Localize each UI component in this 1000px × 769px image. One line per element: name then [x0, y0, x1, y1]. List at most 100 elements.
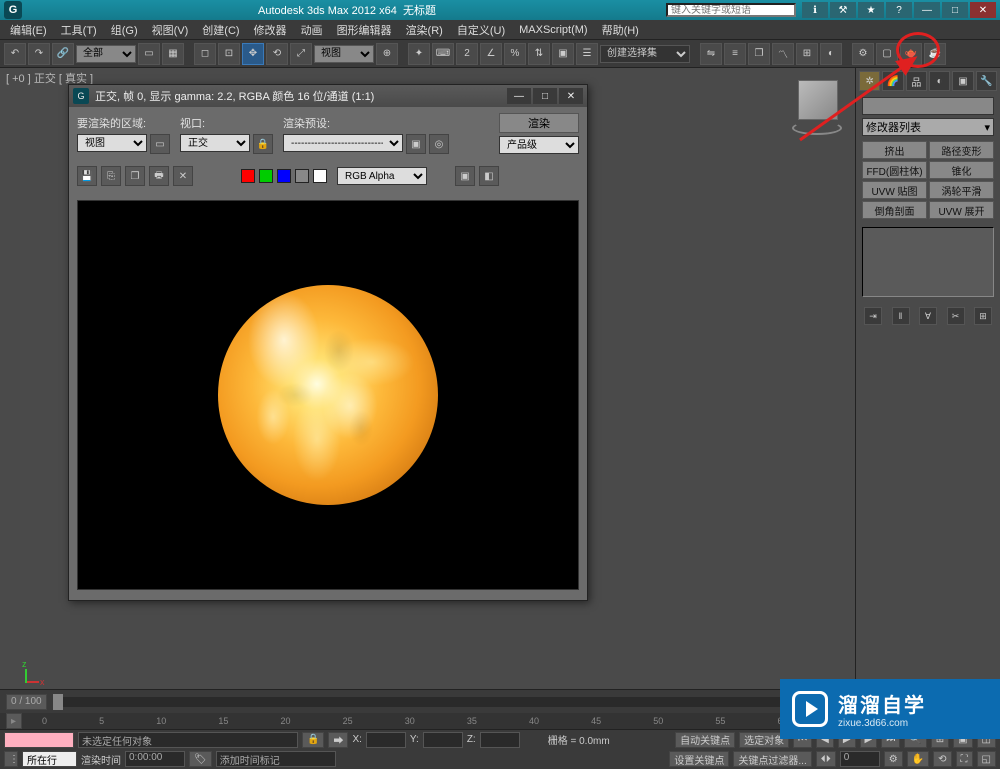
menu-customize[interactable]: 自定义(U) — [451, 20, 511, 40]
z-input[interactable] — [480, 732, 520, 748]
menu-tools[interactable]: 工具(T) — [55, 20, 103, 40]
selection-filter-select[interactable]: 全部 — [76, 45, 136, 63]
menu-edit[interactable]: 编辑(E) — [4, 20, 53, 40]
set-key-button[interactable]: 设置关键点 — [669, 751, 729, 767]
clear-icon[interactable]: ✕ — [173, 166, 193, 186]
info-icon[interactable]: ℹ — [802, 2, 828, 18]
link-icon[interactable]: 🔗 — [52, 43, 74, 65]
named-sel-icon[interactable]: ☰ — [576, 43, 598, 65]
mono-channel-toggle[interactable] — [313, 169, 327, 183]
curve-editor-icon[interactable]: 〽 — [772, 43, 794, 65]
panel-tab-display-icon[interactable]: ▣ — [952, 71, 973, 91]
object-name-field[interactable] — [862, 97, 994, 115]
app-logo-icon[interactable]: G — [4, 1, 22, 19]
current-frame-input[interactable]: 0 — [840, 751, 880, 767]
lock-viewport-icon[interactable]: 🔒 — [253, 134, 273, 154]
toggle-overlay-icon[interactable]: ▣ — [455, 166, 475, 186]
viewcube-cube-icon[interactable] — [798, 80, 838, 120]
menu-animation[interactable]: 动画 — [295, 20, 329, 40]
channel-select[interactable]: RGB Alpha — [337, 167, 427, 185]
toggle-ui-icon[interactable]: ◧ — [479, 166, 499, 186]
modifier-stack[interactable] — [862, 227, 994, 297]
auto-key-button[interactable]: 自动关键点 — [675, 732, 735, 748]
keyboard-icon[interactable]: ⌨ — [432, 43, 454, 65]
panel-tab-create-icon[interactable]: ✲ — [859, 71, 880, 91]
output-select[interactable]: 产品级 — [499, 136, 579, 154]
mirror-icon[interactable]: ⇋ — [700, 43, 722, 65]
rotate-icon[interactable]: ⟲ — [266, 43, 288, 65]
config-sets-icon[interactable]: ⊞ — [974, 307, 992, 325]
render-production-icon[interactable]: 🫖 — [900, 43, 922, 65]
key-filters-button[interactable]: 关键点过滤器... — [733, 751, 811, 767]
menu-view[interactable]: 视图(V) — [146, 20, 195, 40]
selection-set-select[interactable]: 创建选择集 — [600, 45, 690, 63]
layers-icon[interactable]: ❐ — [748, 43, 770, 65]
panel-tab-utilities-icon[interactable]: 🔧 — [976, 71, 997, 91]
copy-image-icon[interactable]: ⎘ — [101, 166, 121, 186]
time-slider-thumb[interactable] — [53, 694, 63, 710]
ref-coord-select[interactable]: 视图 — [314, 45, 374, 63]
mod-btn-uvwmap[interactable]: UVW 贴图 — [862, 181, 927, 199]
pin-stack-icon[interactable]: ⇥ — [864, 307, 882, 325]
mod-btn-turbosmooth[interactable]: 涡轮平滑 — [929, 181, 994, 199]
preset-select[interactable]: ----------------------------- — [283, 134, 403, 152]
modifier-list-select[interactable]: 修改器列表▾ — [862, 118, 994, 136]
mod-btn-ffd[interactable]: FFD(圆柱体) — [862, 161, 927, 179]
mod-btn-taper[interactable]: 锥化 — [929, 161, 994, 179]
move-icon[interactable]: ✥ — [242, 43, 264, 65]
schematic-icon[interactable]: ⊞ — [796, 43, 818, 65]
render-button[interactable]: 渲染 — [499, 113, 579, 133]
material-editor-icon[interactable]: ◐ — [820, 43, 842, 65]
remove-mod-icon[interactable]: ✂ — [947, 307, 965, 325]
render-min-button[interactable]: — — [507, 88, 531, 104]
mod-btn-bevelprofile[interactable]: 倒角剖面 — [862, 201, 927, 219]
menu-graph[interactable]: 图形编辑器 — [331, 20, 398, 40]
viewport-select[interactable]: 正交 — [180, 134, 250, 152]
key-mode-icon[interactable]: ⏴⏵ — [816, 751, 836, 767]
lock-selection-icon[interactable]: 🔒 — [302, 732, 324, 748]
help-search-input[interactable] — [666, 3, 796, 17]
viewcube[interactable] — [790, 80, 845, 135]
select-icon[interactable]: ▭ — [138, 43, 160, 65]
center-icon[interactable]: ⊕ — [376, 43, 398, 65]
menu-modifiers[interactable]: 修改器 — [248, 20, 293, 40]
menu-create[interactable]: 创建(C) — [196, 20, 245, 40]
nav-pan-icon[interactable]: ✋ — [907, 751, 929, 767]
menu-render[interactable]: 渲染(R) — [400, 20, 449, 40]
panel-tab-motion-icon[interactable]: ◐ — [929, 71, 950, 91]
render-output-canvas[interactable] — [77, 200, 579, 590]
manip-icon[interactable]: ✦ — [408, 43, 430, 65]
time-tag-icon[interactable]: 🏷 — [189, 751, 212, 767]
abs-rel-icon[interactable]: ⮕ — [328, 732, 348, 748]
area-edit-icon[interactable]: ▭ — [150, 134, 170, 154]
rect-select-icon[interactable]: ◻ — [194, 43, 216, 65]
align-icon[interactable]: ≡ — [724, 43, 746, 65]
alpha-channel-toggle[interactable] — [295, 169, 309, 183]
render-setup-icon[interactable]: ⚙ — [852, 43, 874, 65]
select-name-icon[interactable]: ▦ — [162, 43, 184, 65]
nav-minmax-icon[interactable]: ◱ — [977, 751, 996, 767]
red-channel-toggle[interactable] — [241, 169, 255, 183]
undo-icon[interactable]: ↶ — [4, 43, 26, 65]
minimize-button[interactable]: — — [914, 2, 940, 18]
close-button[interactable]: ✕ — [970, 2, 996, 18]
window-crossing-icon[interactable]: ⊡ — [218, 43, 240, 65]
spinner-icon[interactable]: ⇅ — [528, 43, 550, 65]
environment-icon[interactable]: ◎ — [429, 134, 449, 154]
edged-icon[interactable]: ▣ — [552, 43, 574, 65]
redo-icon[interactable]: ↷ — [28, 43, 50, 65]
trackbar-toggle-icon[interactable]: ▸ — [6, 713, 22, 729]
render-iterate-icon[interactable]: ☕ — [924, 43, 946, 65]
render-max-button[interactable]: □ — [533, 88, 557, 104]
mod-btn-uvwunwrap[interactable]: UVW 展开 — [929, 201, 994, 219]
menu-group[interactable]: 组(G) — [105, 20, 144, 40]
clone-window-icon[interactable]: ❐ — [125, 166, 145, 186]
x-input[interactable] — [366, 732, 406, 748]
mod-btn-extrude[interactable]: 挤出 — [862, 141, 927, 159]
mod-btn-pathdeform[interactable]: 路径变形 — [929, 141, 994, 159]
snap2d-icon[interactable]: 2 — [456, 43, 478, 65]
help-icon[interactable]: ? — [886, 2, 912, 18]
scale-icon[interactable]: ⤢ — [290, 43, 312, 65]
menu-maxscript[interactable]: MAXScript(M) — [513, 22, 593, 38]
add-time-tag[interactable]: 添加时间标记 — [216, 751, 336, 767]
